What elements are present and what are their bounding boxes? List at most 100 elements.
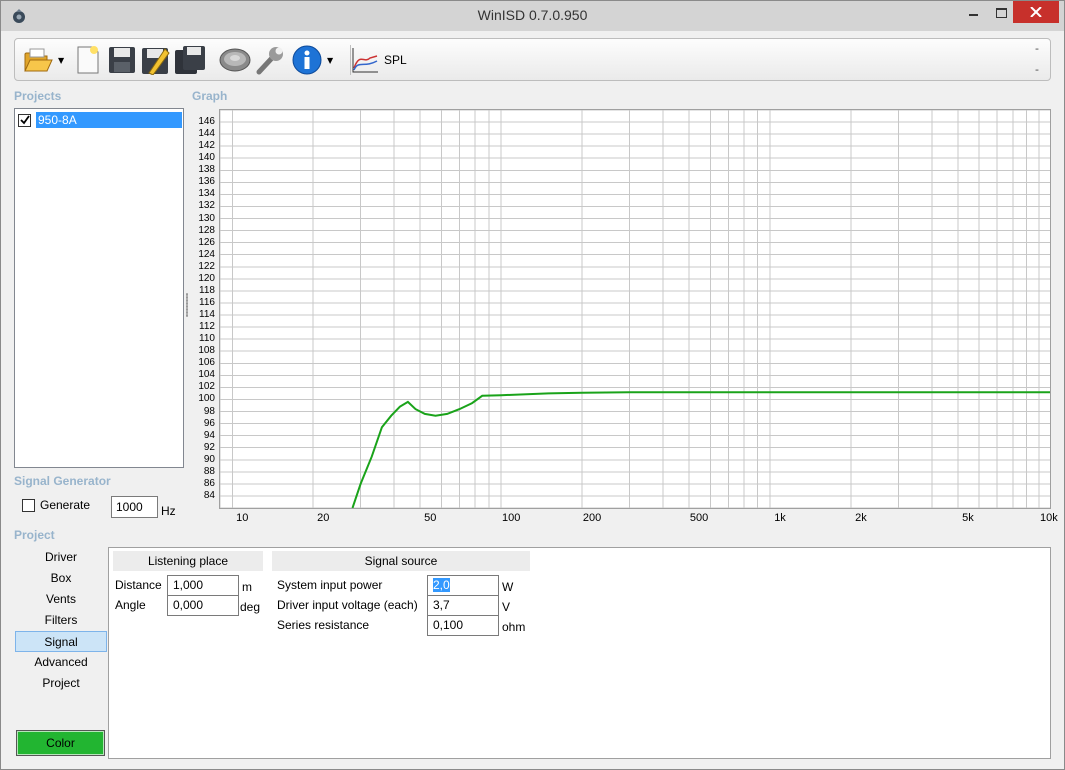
angle-input[interactable]: 0,000	[167, 595, 239, 616]
save-as-icon	[142, 48, 170, 75]
generate-toggle[interactable]: Generate	[22, 498, 90, 512]
nav-driver[interactable]: Driver	[15, 547, 107, 568]
y-tick-label: 84	[203, 489, 215, 501]
y-tick-label: 104	[198, 369, 215, 381]
maximize-button[interactable]	[986, 1, 1016, 23]
y-tick-label: 122	[198, 260, 215, 272]
y-tick-label: 96	[203, 417, 215, 429]
system-power-unit: W	[502, 580, 514, 594]
y-tick-label: 112	[199, 321, 215, 333]
y-tick-label: 128	[198, 224, 215, 236]
y-tick-label: 124	[198, 248, 215, 260]
distance-label: Distance	[115, 578, 162, 592]
y-tick-label: 130	[198, 212, 215, 224]
y-tick-label: 98	[203, 405, 215, 417]
signal-source-header: Signal source	[272, 551, 530, 571]
spl-curve	[351, 391, 1050, 509]
y-tick-label: 102	[198, 381, 215, 393]
save-all-icon	[175, 46, 205, 74]
save-as-button[interactable]	[139, 43, 173, 77]
y-tick-label: 88	[203, 465, 215, 477]
y-tick-label: 90	[203, 453, 215, 465]
system-power-input[interactable]: 2,0	[427, 575, 499, 596]
toolbar-dash-bottom: -	[1035, 63, 1039, 76]
spl-graph-button[interactable]: SPL	[348, 43, 407, 77]
y-tick-label: 94	[203, 429, 215, 441]
y-tick-label: 92	[203, 441, 215, 453]
nav-project[interactable]: Project	[15, 673, 107, 694]
project-checkbox[interactable]	[18, 113, 31, 127]
driver-editor-button[interactable]	[218, 43, 252, 77]
x-tick-label: 200	[582, 512, 602, 524]
driver-voltage-input[interactable]: 3,7	[427, 595, 499, 616]
close-icon	[1030, 7, 1042, 17]
y-tick-label: 126	[198, 236, 215, 248]
signal-panel: Listening place Distance 1,000 m Angle 0…	[108, 547, 1051, 759]
info-dropdown-arrow[interactable]: ▼	[327, 57, 335, 65]
y-tick-label: 144	[198, 128, 215, 140]
minimize-button[interactable]	[959, 1, 989, 23]
info-icon	[292, 45, 322, 75]
generate-label: Generate	[40, 498, 91, 512]
y-tick-label: 114	[199, 309, 215, 321]
y-tick-label: 120	[198, 272, 215, 284]
y-tick-label: 140	[198, 152, 215, 164]
project-name[interactable]: 950-8A	[36, 112, 182, 128]
title-bar: WinISD 0.7.0.950	[1, 1, 1064, 31]
x-tick-label: 10	[236, 512, 249, 524]
x-tick-label: 50	[424, 512, 437, 524]
project-nav: Driver Box Vents Filters Signal Advanced…	[15, 547, 107, 694]
x-tick-label: 5k	[962, 512, 974, 524]
signal-generator-label: Signal Generator	[14, 474, 111, 488]
driver-voltage-unit: V	[502, 600, 511, 614]
distance-input[interactable]: 1,000	[167, 575, 239, 596]
project-item[interactable]: 950-8A	[18, 112, 182, 128]
settings-button[interactable]	[253, 43, 287, 77]
angle-unit: deg	[240, 600, 261, 614]
nav-filters[interactable]: Filters	[15, 610, 107, 631]
open-dropdown-arrow[interactable]: ▼	[58, 57, 66, 65]
nav-signal[interactable]: Signal	[15, 631, 107, 652]
close-button[interactable]	[1013, 1, 1059, 23]
info-button[interactable]	[290, 43, 324, 77]
y-tick-label: 100	[198, 393, 215, 405]
y-tick-label: 118	[199, 284, 215, 296]
open-project-button[interactable]	[21, 43, 55, 77]
y-tick-label: 110	[199, 333, 215, 345]
graph-section-label: Graph	[192, 89, 228, 103]
save-button[interactable]	[105, 43, 139, 77]
y-tick-label: 108	[198, 345, 215, 357]
x-tick-label: 10k	[1039, 512, 1058, 524]
y-tick-label: 116	[199, 296, 215, 308]
project-section-label: Project	[14, 528, 55, 542]
frequency-input[interactable]: 1000	[111, 496, 158, 518]
distance-unit: m	[242, 580, 252, 594]
nav-vents[interactable]: Vents	[15, 589, 107, 610]
series-resistance-input[interactable]: 0,100	[427, 615, 499, 636]
x-tick-label: 500	[689, 512, 709, 524]
save-all-button[interactable]	[173, 43, 207, 77]
system-power-label: System input power	[277, 578, 383, 592]
driver-icon	[219, 48, 251, 72]
system-power-value: 2,0	[433, 578, 450, 592]
y-tick-label: 146	[198, 116, 215, 128]
spl-label: SPL	[384, 53, 407, 67]
projects-section-label: Projects	[14, 89, 62, 103]
series-resistance-unit: ohm	[502, 620, 526, 634]
y-tick-label: 138	[198, 164, 215, 176]
x-tick-label: 1k	[774, 512, 786, 524]
nav-advanced[interactable]: Advanced	[15, 652, 107, 673]
color-button[interactable]: Color	[16, 730, 105, 756]
new-project-button[interactable]	[71, 43, 105, 77]
nav-box[interactable]: Box	[15, 568, 107, 589]
spl-graph	[219, 109, 1050, 509]
spl-chart-icon	[352, 48, 378, 73]
y-tick-label: 132	[198, 200, 215, 212]
y-tick-label: 106	[198, 357, 215, 369]
new-document-icon	[77, 46, 99, 74]
graph-area[interactable]	[219, 109, 1051, 509]
x-tick-label: 100	[501, 512, 521, 524]
toolbar-dash-top: -	[1035, 42, 1039, 55]
generate-checkbox[interactable]	[22, 498, 35, 512]
x-tick-label: 2k	[855, 512, 867, 524]
